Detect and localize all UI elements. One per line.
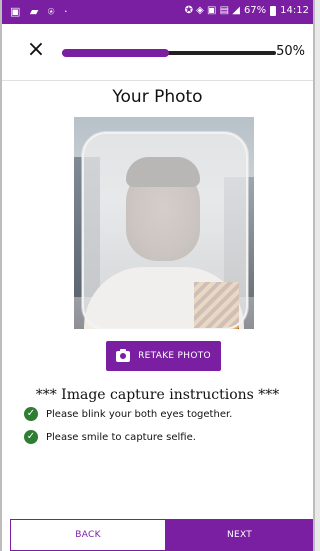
battery-icon — [270, 5, 277, 16]
header-divider — [2, 80, 313, 81]
close-button[interactable]: × — [24, 38, 48, 62]
footer-bar: BACK NEXT — [2, 519, 313, 551]
signal-icons: ✪ ◈ ▣ ▤ ◢ — [184, 5, 240, 16]
check-icon: ✓ — [24, 407, 38, 421]
app-frame: ▣ ▰ ⍟ · ✪ ◈ ▣ ▤ ◢ 67% 14:12 × 50% Your P… — [0, 0, 315, 551]
clock: 14:12 — [280, 5, 309, 16]
camera-icon — [116, 348, 131, 362]
header: × 50% — [2, 24, 313, 81]
retake-photo-button[interactable]: RETAKE PHOTO — [106, 341, 221, 371]
progress-fill — [62, 49, 169, 57]
retake-photo-label: RETAKE PHOTO — [138, 351, 211, 361]
page-title: Your Photo — [112, 87, 203, 107]
instruction-item: ✓ Please blink your both eyes together. — [24, 407, 232, 421]
instruction-text: Please blink your both eyes together. — [46, 408, 233, 420]
check-icon: ✓ — [24, 430, 38, 444]
instruction-text: Please smile to capture selfie. — [46, 431, 196, 443]
progress-bar — [62, 49, 276, 57]
system-tray: ✪ ◈ ▣ ▤ ◢ 67% 14:12 — [185, 5, 309, 16]
instructions-title: *** Image capture instructions *** — [35, 387, 280, 403]
notification-icons: ▣ ▰ ⍟ · — [10, 5, 71, 18]
progress-label: 50% — [276, 44, 305, 59]
captured-photo — [74, 117, 254, 329]
instruction-item: ✓ Please smile to capture selfie. — [24, 430, 196, 444]
battery-percent: 67% — [243, 5, 267, 16]
status-bar: ▣ ▰ ⍟ · ✪ ◈ ▣ ▤ ◢ 67% 14:12 — [2, 0, 313, 24]
face-guide-overlay — [82, 132, 248, 329]
next-button[interactable]: NEXT — [166, 519, 313, 551]
back-button[interactable]: BACK — [10, 519, 166, 551]
